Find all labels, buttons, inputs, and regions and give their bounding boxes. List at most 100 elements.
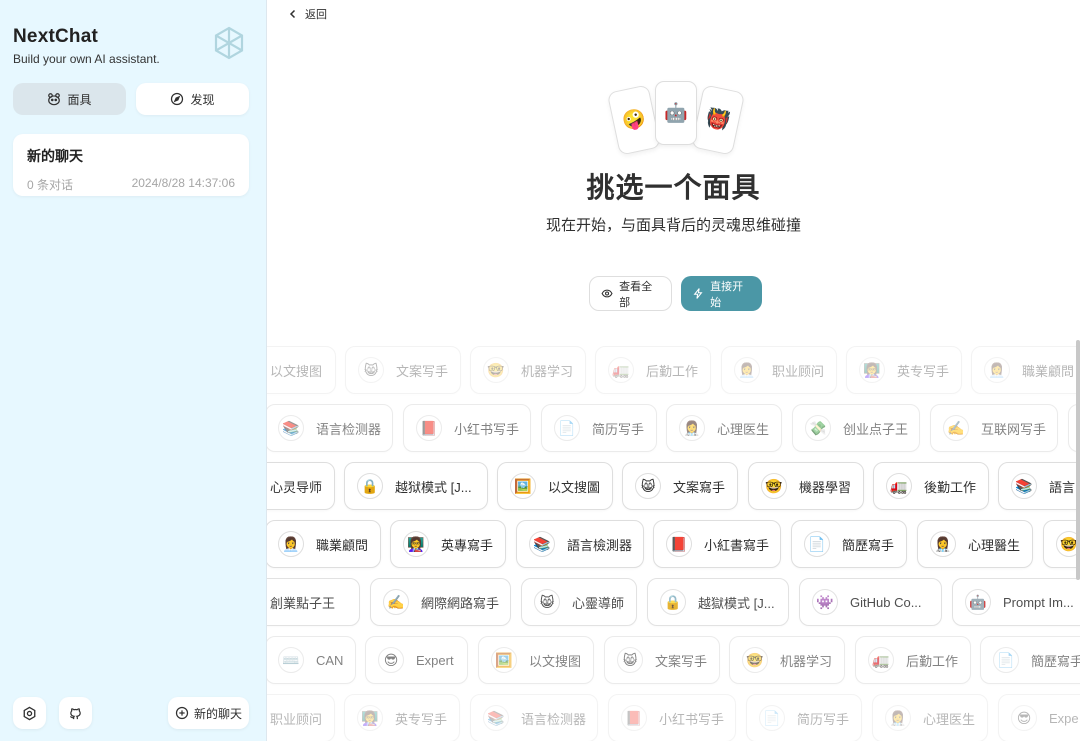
view-all-button[interactable]: 查看全部 bbox=[589, 276, 672, 311]
mask-avatar-icon: 👩‍💼 bbox=[984, 357, 1010, 383]
mask-chip[interactable]: 😸 文案写手 bbox=[604, 636, 720, 684]
mask-chip[interactable]: 🤓 机器学习 bbox=[729, 636, 845, 684]
mask-chip[interactable]: 🚛 后勤工作 bbox=[595, 346, 711, 394]
mask-avatar-icon: 😎 bbox=[378, 647, 404, 673]
mask-chip[interactable]: 🤓 机器学习 bbox=[470, 346, 586, 394]
mask-chip[interactable]: 🤓 機器學習 bbox=[748, 462, 864, 510]
mask-chip[interactable]: 心灵导师 bbox=[267, 462, 335, 510]
mask-chip[interactable]: 📄 简历写手 bbox=[541, 404, 657, 452]
lightning-icon bbox=[693, 288, 703, 299]
mask-avatar-icon: 📚 bbox=[529, 531, 555, 557]
mask-chip[interactable]: 👩‍⚕️ 心理醫生 bbox=[917, 520, 1033, 568]
tab-discover-label: 发现 bbox=[190, 92, 215, 107]
mask-avatar-icon: 👩‍⚕️ bbox=[930, 531, 956, 557]
mask-chip[interactable]: 😎 Expe bbox=[998, 694, 1080, 741]
mask-chip[interactable]: ⌨️ CAN bbox=[267, 636, 356, 684]
mask-avatar-icon: 👩‍🏫 bbox=[859, 357, 885, 383]
mask-chip-name: 以文搜图 bbox=[529, 653, 582, 669]
mask-avatar-icon: 📚 bbox=[1011, 473, 1037, 499]
mask-chip[interactable]: 👩‍⚕️ 心理医生 bbox=[666, 404, 782, 452]
mask-chip[interactable]: 😎 Expert bbox=[365, 636, 468, 684]
tab-mask[interactable]: 面具 bbox=[13, 83, 126, 115]
mask-chip-name: 心灵导师 bbox=[270, 479, 323, 495]
mask-chip[interactable]: 🚛 後勤工作 bbox=[873, 462, 989, 510]
sidebar-tabs: 面具 发现 bbox=[13, 83, 249, 115]
mask-chip-name: 英專寫手 bbox=[441, 537, 494, 553]
app-subtitle: Build your own AI assistant. bbox=[13, 52, 160, 66]
mask-chip[interactable]: 👩‍💼 職業顧問 bbox=[971, 346, 1080, 394]
mask-avatar-icon: ✍️ bbox=[383, 589, 409, 615]
sidebar-footer: 新的聊天 bbox=[13, 697, 249, 729]
mask-chip-name: 后勤工作 bbox=[646, 363, 699, 379]
mask-chip-name: 心理醫生 bbox=[968, 537, 1021, 553]
mask-chip[interactable]: 創業點子王 bbox=[267, 578, 360, 626]
mask-chip-name: 文案写手 bbox=[655, 653, 708, 669]
mask-chip[interactable]: 🔒 越獄模式 [J... bbox=[647, 578, 789, 626]
mask-chip[interactable]: 📕 小红书写手 bbox=[608, 694, 736, 741]
mask-chip[interactable]: ✍️ 互联网写手 bbox=[930, 404, 1058, 452]
mask-chip[interactable]: 👩‍⚕️ 心理医生 bbox=[872, 694, 988, 741]
start-chat-button[interactable]: 直接开始 bbox=[681, 276, 762, 311]
tab-discover[interactable]: 发现 bbox=[136, 83, 249, 115]
mask-chip-name: Expe bbox=[1049, 710, 1079, 726]
mask-chip[interactable]: 👾 GitHub Co... bbox=[799, 578, 942, 626]
mask-avatar-icon: 🤓 bbox=[742, 647, 768, 673]
brand: NextChat Build your own AI assistant. bbox=[13, 26, 160, 66]
mask-chip[interactable]: 👩‍🏫 英專寫手 bbox=[390, 520, 506, 568]
mask-chip[interactable]: 📚 語言檢測器 bbox=[516, 520, 644, 568]
mask-chip[interactable]: 😸 心靈導師 bbox=[521, 578, 637, 626]
mask-chip[interactable]: 📄 简历写手 bbox=[746, 694, 862, 741]
settings-button[interactable] bbox=[13, 697, 46, 729]
mask-chip-name: 職業顧問 bbox=[316, 537, 369, 553]
mask-chip[interactable]: 👩‍🏫 英专写手 bbox=[846, 346, 962, 394]
mask-chip[interactable]: 😸 文案寫手 bbox=[622, 462, 738, 510]
mask-avatar-icon: 😸 bbox=[617, 647, 643, 673]
mask-chip-name: 心理医生 bbox=[717, 421, 770, 437]
new-chat-button[interactable]: 新的聊天 bbox=[168, 697, 249, 729]
mask-chip[interactable]: 📕 小红书写手 bbox=[403, 404, 531, 452]
mask-chip[interactable]: 🚛 后勤工作 bbox=[855, 636, 971, 684]
chevron-left-icon bbox=[289, 9, 296, 19]
mask-chip[interactable]: 📄 簡歷寫手 bbox=[980, 636, 1080, 684]
mask-chip[interactable]: 以文搜图 bbox=[267, 346, 336, 394]
mask-chip[interactable]: 📚 语言检测器 bbox=[267, 404, 393, 452]
mask-avatar-icon: 👩‍⚕️ bbox=[679, 415, 705, 441]
app-title: NextChat bbox=[13, 26, 99, 47]
page-subtitle: 现在开始，与面具背后的灵魂思维碰撞 bbox=[545, 217, 801, 234]
mask-chip[interactable]: 💸 创业点子王 bbox=[792, 404, 920, 452]
chat-timestamp: 2024/8/28 14:37:06 bbox=[131, 176, 235, 190]
mask-avatar-icon: 👩‍💼 bbox=[734, 357, 760, 383]
mask-chip[interactable]: 🤓 bbox=[1043, 520, 1080, 568]
mask-avatar-icon: 👩‍🏫 bbox=[357, 705, 383, 731]
mask-chip[interactable]: 📕 小紅書寫手 bbox=[653, 520, 781, 568]
mask-chip-name: 后勤工作 bbox=[906, 653, 959, 669]
mask-chip[interactable]: 🤖 Prompt Im... bbox=[952, 578, 1080, 626]
mask-chip[interactable]: ✍️ 網際網路寫手 bbox=[370, 578, 511, 626]
chat-message-count: 0 条对话 bbox=[27, 178, 74, 192]
mask-chip[interactable]: 🔒 越狱模式 [J... bbox=[344, 462, 488, 510]
tab-mask-label: 面具 bbox=[67, 92, 92, 107]
github-button[interactable] bbox=[59, 697, 92, 729]
compass-icon bbox=[171, 92, 184, 106]
mask-avatar-icon: 👩‍⚕️ bbox=[885, 705, 911, 731]
mask-chip[interactable]: 😸 文案写手 bbox=[345, 346, 461, 394]
mask-chip-name: Prompt Im... bbox=[1003, 594, 1074, 610]
mask-chip[interactable]: 👩‍💼 职业顾问 bbox=[721, 346, 837, 394]
back-button[interactable]: 返回 bbox=[287, 6, 327, 22]
mask-chip[interactable]: 👩‍🏫 英专写手 bbox=[344, 694, 460, 741]
github-icon bbox=[70, 707, 81, 719]
mask-chip[interactable]: 📄 簡歷寫手 bbox=[791, 520, 907, 568]
mask-chip[interactable]: 👩‍💼 職業顧問 bbox=[267, 520, 381, 568]
mask-chip[interactable]: 职业顾问 bbox=[267, 694, 335, 741]
mask-chip-name: 互联网写手 bbox=[981, 421, 1047, 437]
mask-cards-illustration: 🤪 👹 🤖 bbox=[606, 80, 747, 156]
mask-avatar-icon: 📄 bbox=[554, 415, 580, 441]
mask-chip[interactable]: 📚 語言 bbox=[998, 462, 1080, 510]
mask-chip[interactable]: 🖼️ 以文搜图 bbox=[478, 636, 594, 684]
mask-avatar-icon: 🤓 bbox=[761, 473, 787, 499]
mask-chip[interactable]: 🖼️ 以文搜圖 bbox=[497, 462, 613, 510]
mask-chip[interactable]: 📚 语言检测器 bbox=[470, 694, 598, 741]
chat-list-item[interactable]: 新的聊天 0 条对话 2024/8/28 14:37:06 bbox=[13, 134, 249, 196]
scrollbar[interactable] bbox=[1076, 340, 1080, 580]
start-chat-label: 直接开始 bbox=[710, 280, 744, 309]
